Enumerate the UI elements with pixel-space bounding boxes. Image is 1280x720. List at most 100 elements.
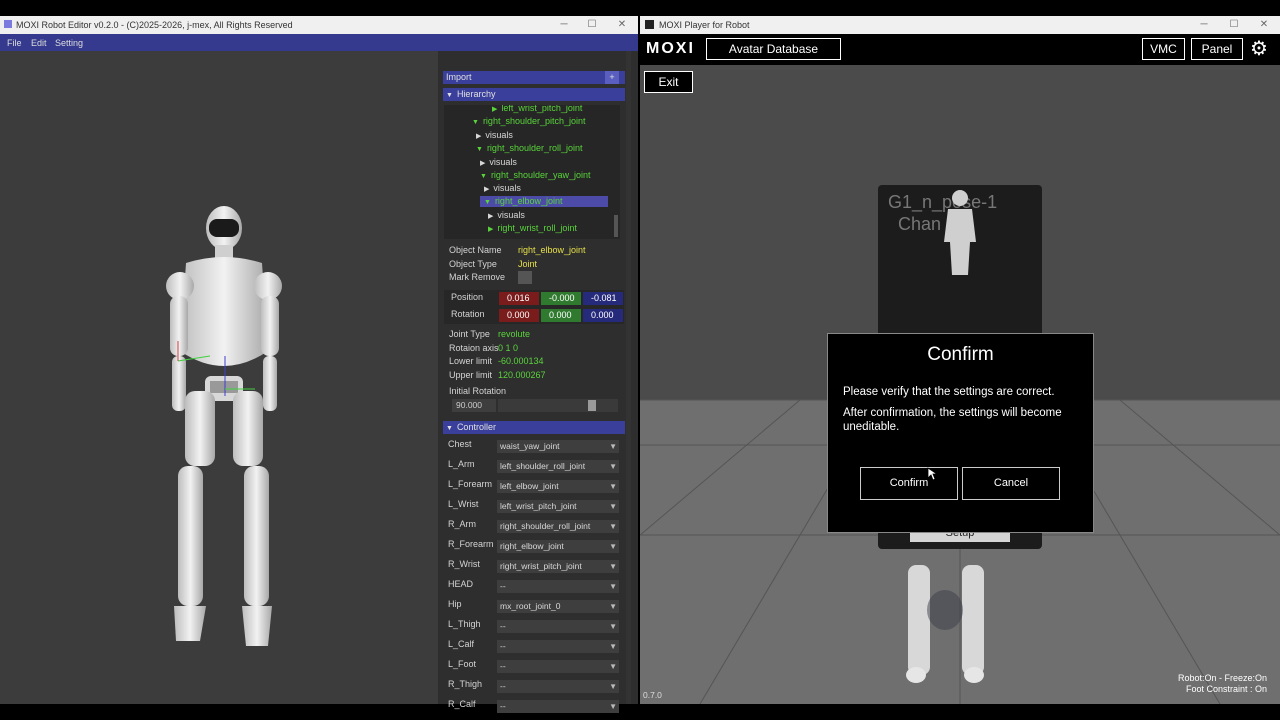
controller-select[interactable]: mx_root_joint_0 ▼ <box>497 600 619 613</box>
tree-node[interactable]: ▶ visuals <box>480 157 517 167</box>
menu-edit[interactable]: Edit <box>31 38 47 48</box>
tree-node[interactable]: ▶ visuals <box>488 210 525 220</box>
controller-select-value: left_elbow_joint <box>500 481 559 491</box>
menu-setting[interactable]: Setting <box>55 38 83 48</box>
tree-node[interactable]: ▶ visuals <box>476 130 513 140</box>
controller-label: R_Wrist <box>448 559 480 569</box>
tree-node[interactable]: ▼ right_shoulder_yaw_joint <box>480 170 591 180</box>
slider-handle[interactable] <box>587 400 596 411</box>
controller-select[interactable]: left_shoulder_roll_joint ▼ <box>497 460 619 473</box>
panel-button[interactable]: Panel <box>1191 38 1243 60</box>
controller-select[interactable]: right_wrist_pitch_joint ▼ <box>497 560 619 573</box>
chevron-down-icon: ▼ <box>609 502 617 511</box>
controller-select[interactable]: -- ▼ <box>497 680 619 693</box>
gear-icon[interactable]: ⚙ <box>1250 36 1268 61</box>
controller-select-value: -- <box>500 681 506 691</box>
controller-select-value: -- <box>500 581 506 591</box>
panel-scrollbar[interactable] <box>626 51 631 704</box>
rotation-y-field[interactable]: 0.000 <box>541 309 581 322</box>
version-label: 0.7.0 <box>643 690 662 700</box>
controller-label: Chest <box>448 439 472 449</box>
rotation-z-field[interactable]: 0.000 <box>583 309 623 322</box>
tree-node[interactable]: ▶ left_wrist_pitch_joint <box>492 105 582 113</box>
controller-select-value: waist_yaw_joint <box>500 441 560 451</box>
tree-node-selected[interactable]: ▼ right_elbow_joint <box>480 196 608 207</box>
object-name-label: Object Name <box>449 245 502 255</box>
controller-select-value: -- <box>500 641 506 651</box>
close-icon[interactable]: ✕ <box>1252 18 1276 32</box>
rotation-label: Rotation <box>451 309 485 319</box>
chevron-down-icon: ▼ <box>609 462 617 471</box>
maximize-icon[interactable]: ☐ <box>580 18 604 32</box>
avatar-database-button[interactable]: Avatar Database <box>706 38 841 60</box>
controller-label: Hip <box>448 599 462 609</box>
controller-label: Controller <box>456 422 496 432</box>
minimize-icon[interactable]: ─ <box>552 18 576 32</box>
maximize-icon[interactable]: ☐ <box>1222 18 1246 32</box>
controller-label: HEAD <box>448 579 474 589</box>
controller-label: L_Thigh <box>448 619 481 629</box>
controller-label: L_Wrist <box>448 499 479 509</box>
upper-limit-label: Upper limit <box>449 370 493 380</box>
upper-limit-value: 120.000267 <box>498 370 546 380</box>
position-z-field[interactable]: -0.081 <box>583 292 623 305</box>
controller-select[interactable]: left_wrist_pitch_joint ▼ <box>497 500 619 513</box>
controller-select[interactable]: -- ▼ <box>497 660 619 673</box>
controller-label: R_Forearm <box>448 539 494 549</box>
cancel-button[interactable]: Cancel <box>962 467 1060 500</box>
hierarchy-tree[interactable]: ▶ left_wrist_pitch_joint ▼ right_shoulder_… <box>444 105 620 239</box>
controller-select[interactable]: left_elbow_joint ▼ <box>497 480 619 493</box>
chevron-down-icon: ▼ <box>609 642 617 651</box>
robot-model <box>166 206 282 646</box>
player-title-bar[interactable]: MOXI Player for Robot ─ ☐ ✕ <box>640 16 1280 34</box>
chevron-down-icon: ▼ <box>609 602 617 611</box>
controller-select-value: -- <box>500 661 506 671</box>
exit-button[interactable]: Exit <box>644 71 693 93</box>
import-add-button[interactable]: + <box>605 71 619 84</box>
controller-select[interactable]: -- ▼ <box>497 580 619 593</box>
position-x-field[interactable]: 0.016 <box>499 292 539 305</box>
import-label: Import <box>446 72 472 82</box>
controller-header[interactable]: ▼ Controller <box>443 421 625 434</box>
controller-label: L_Forearm <box>448 479 493 489</box>
tree-scrollbar[interactable] <box>614 215 618 237</box>
chevron-down-icon: ▼ <box>609 582 617 591</box>
robot-editor-window: MOXI Robot Editor v0.2.0 - (C)2025-2026,… <box>0 16 638 713</box>
rotation-x-field[interactable]: 0.000 <box>499 309 539 322</box>
controller-label: L_Calf <box>448 639 475 649</box>
controller-select[interactable]: -- ▼ <box>497 700 619 713</box>
position-y-field[interactable]: -0.000 <box>541 292 581 305</box>
controller-select-value: right_wrist_pitch_joint <box>500 561 582 571</box>
vmc-button[interactable]: VMC <box>1142 38 1185 60</box>
controller-select[interactable]: -- ▼ <box>497 620 619 633</box>
lower-limit-value: -60.000134 <box>498 356 544 366</box>
player-window: MOXI Player for Robot ─ ☐ ✕ MOXI Avatar … <box>640 16 1280 704</box>
confirm-button[interactable]: Confirm <box>860 467 958 500</box>
tree-node[interactable]: ▶ right_wrist_roll_joint <box>488 223 577 233</box>
controller-label: L_Arm <box>448 459 475 469</box>
chevron-down-icon: ▼ <box>609 662 617 671</box>
editor-title-bar[interactable]: MOXI Robot Editor v0.2.0 - (C)2025-2026,… <box>0 16 638 34</box>
controller-select[interactable]: right_elbow_joint ▼ <box>497 540 619 553</box>
initial-rotation-slider[interactable] <box>498 399 618 412</box>
tree-node[interactable]: ▶ visuals <box>484 183 521 193</box>
player-scene[interactable]: Exit G1_n_pose-1 Chan 0 Setup Confirm Pl… <box>640 65 1280 704</box>
hierarchy-label: Hierarchy <box>456 89 496 99</box>
controller-select[interactable]: waist_yaw_joint ▼ <box>497 440 619 453</box>
position-label: Position <box>451 292 484 302</box>
close-icon[interactable]: ✕ <box>610 18 634 32</box>
initial-rotation-field[interactable]: 90.000 <box>452 399 496 412</box>
tree-node[interactable]: ▼ right_shoulder_roll_joint <box>476 143 583 153</box>
controller-select[interactable]: -- ▼ <box>497 640 619 653</box>
controller-select-value: right_shoulder_roll_joint <box>500 521 591 531</box>
player-toolbar: MOXI Avatar Database VMC Panel ⚙ <box>640 34 1280 65</box>
mark-remove-checkbox[interactable] <box>518 271 532 284</box>
editor-3d-viewport[interactable] <box>0 51 438 704</box>
menu-file[interactable]: File <box>7 38 22 48</box>
tree-node[interactable]: ▼ right_shoulder_pitch_joint <box>472 116 586 126</box>
controller-select[interactable]: right_shoulder_roll_joint ▼ <box>497 520 619 533</box>
minimize-icon[interactable]: ─ <box>1192 18 1216 32</box>
import-header[interactable]: Import + <box>443 71 625 84</box>
hierarchy-header[interactable]: ▼ Hierarchy <box>443 88 625 101</box>
controller-select-value: left_shoulder_roll_joint <box>500 461 586 471</box>
